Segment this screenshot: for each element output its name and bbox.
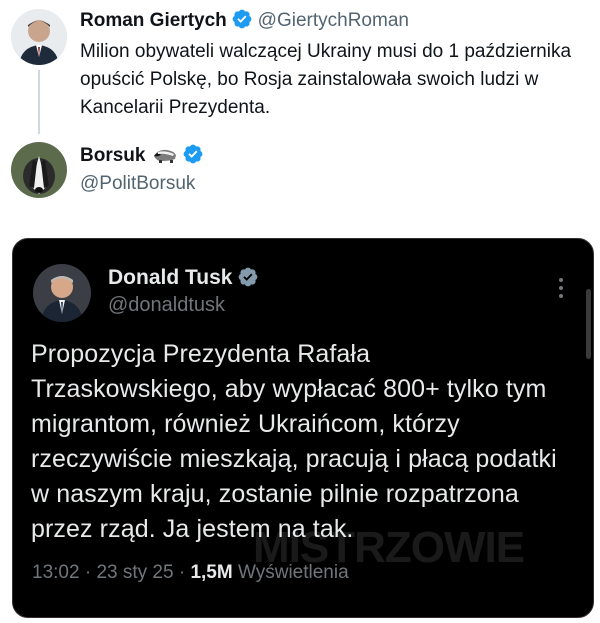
author-name: Donald Tusk [108,266,233,289]
more-options-icon [559,278,563,298]
verified-badge-icon [238,267,258,287]
tusk-handle: @donaldtusk [108,294,226,316]
giertych-header: Roman Giertych @GiertychRoman [80,8,409,32]
author-handle[interactable]: @GiertychRoman [258,10,409,31]
meta-separator: · [84,562,97,583]
meta-separator: · [178,562,191,583]
author-name[interactable]: Borsuk [80,145,145,166]
avatar-tusk [33,264,91,322]
badger-emoji-icon [153,149,176,163]
avatar-borsuk-image [11,142,67,198]
watermark: MISTRZOWIE [253,523,525,572]
author-name[interactable]: Roman Giertych [80,10,227,31]
avatar-tusk-image [33,264,91,322]
thread-connector-line [38,70,40,134]
borsuk-handle[interactable]: @PolitBorsuk [80,173,195,195]
giertych-tweet-text: Milion obywateli walczącej Ukrainy musi … [80,41,572,118]
views-count: 1,5M [190,562,233,583]
verified-badge-icon [183,144,203,164]
avatar-giertych-image [11,9,67,65]
avatar-giertych[interactable] [11,9,67,65]
verified-badge-icon [232,9,252,29]
tusk-tweet-text: Propozycja Prezydenta Rafała Trzaskowski… [31,340,557,543]
borsuk-header: Borsuk [80,143,204,167]
avatar-borsuk[interactable] [11,142,67,198]
tusk-header: Donald Tusk [108,266,259,290]
embedded-tweet-screenshot[interactable]: Donald Tusk @donaldtusk Propozycja Prezy… [12,238,594,618]
tweet-date: 23 sty 25 [96,562,174,583]
scrollbar-thumb[interactable] [586,289,591,359]
tweet-time: 13:02 [32,562,80,583]
